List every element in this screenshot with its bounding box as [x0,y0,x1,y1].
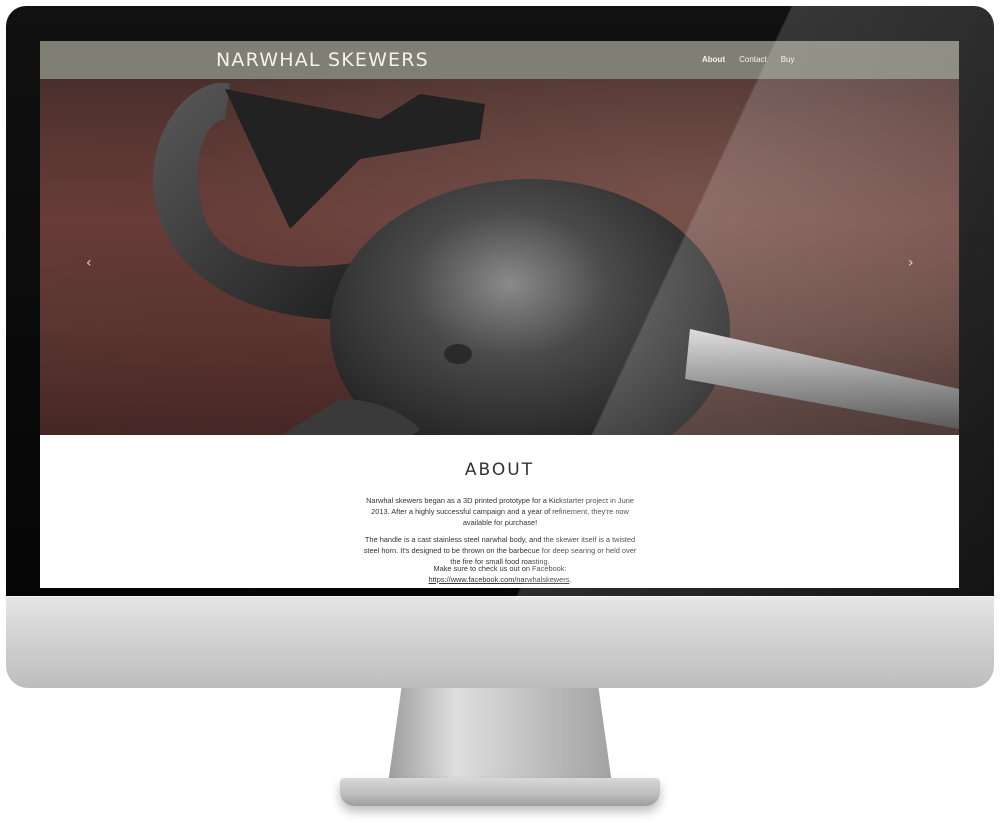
narwhal-photo [153,82,959,435]
browser-screen: NARWHAL SKEWERS About Contact Buy ‹ › AB… [40,41,959,588]
about-paragraph-3: Make sure to check us out on Facebook: h… [360,563,640,585]
hero-carousel: ‹ › [40,79,959,435]
chevron-left-icon: ‹ [86,255,92,271]
monitor-stand-neck [388,688,612,784]
monitor-stand-base [340,778,660,806]
nav-contact[interactable]: Contact [739,55,767,64]
about-section: ABOUT Narwhal skewers began as a 3D prin… [40,435,959,588]
facebook-link[interactable]: https://www.facebook.com/narwhalskewers [429,575,570,584]
monitor-chin [6,596,994,688]
site-brand[interactable]: NARWHAL SKEWERS [216,49,429,71]
link-period: . [569,575,572,584]
site-navbar: NARWHAL SKEWERS About Contact Buy [40,41,959,79]
nav-about[interactable]: About [702,55,725,64]
carousel-next-button[interactable]: › [908,255,914,271]
chevron-right-icon: › [908,255,914,271]
about-title: ABOUT [464,460,535,480]
carousel-prev-button[interactable]: ‹ [86,255,92,271]
facebook-prompt: Make sure to check us out on Facebook: [433,564,567,573]
nav-links: About Contact Buy [702,55,794,64]
about-paragraph-1: Narwhal skewers began as a 3D printed pr… [366,496,634,527]
nav-buy[interactable]: Buy [781,55,795,64]
